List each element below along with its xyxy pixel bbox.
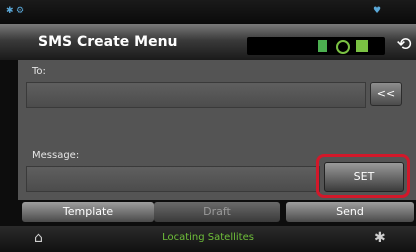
battery-icon <box>318 40 327 52</box>
status-bar <box>0 0 416 24</box>
message-field[interactable] <box>26 166 320 192</box>
page-title: SMS Create Menu <box>38 34 178 50</box>
set-button[interactable]: SET <box>324 162 404 192</box>
back-button[interactable]: ⟲ <box>392 33 416 57</box>
backspace-button[interactable]: << <box>370 82 402 106</box>
to-label: To: <box>32 66 46 77</box>
settings-icon: ⚙ <box>16 6 25 16</box>
bluetooth-icon: ✱ <box>6 6 14 16</box>
template-button[interactable]: Template <box>22 202 154 222</box>
gear-icon[interactable]: ✱ <box>374 230 386 246</box>
draft-button[interactable]: Draft <box>154 202 280 222</box>
send-button[interactable]: Send <box>286 202 414 222</box>
gps-status-text: Locating Satellites <box>162 232 254 243</box>
signal-icon: ♥ <box>373 6 382 16</box>
message-label: Message: <box>32 150 80 161</box>
back-icon: ⟲ <box>396 34 412 55</box>
to-field[interactable] <box>26 82 366 108</box>
battery-level-icon <box>356 40 368 52</box>
signal-strength-icon <box>336 40 350 54</box>
